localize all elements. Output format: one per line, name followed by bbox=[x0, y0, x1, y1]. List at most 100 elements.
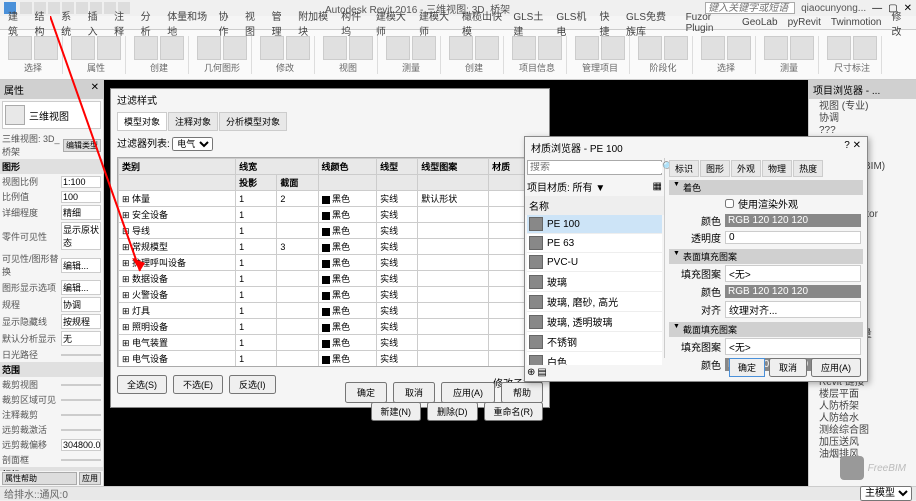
table-row[interactable]: ⊞ 导线1 黑色实线 bbox=[119, 223, 542, 239]
ribbon-tab[interactable]: 构件坞 bbox=[337, 8, 370, 38]
ribbon-button[interactable] bbox=[853, 36, 877, 60]
ribbon-tab[interactable]: 体量和场地 bbox=[163, 8, 212, 38]
edit-type-button[interactable]: 编辑类型 bbox=[63, 139, 101, 152]
color-value[interactable]: RGB 120 120 120 bbox=[725, 285, 861, 298]
ribbon-button[interactable] bbox=[538, 36, 562, 60]
ribbon-button[interactable] bbox=[223, 36, 247, 60]
filter-select[interactable]: 电气 bbox=[172, 137, 213, 151]
material-section[interactable]: 着色 bbox=[669, 180, 863, 195]
property-value[interactable]: 显示原状态 bbox=[61, 222, 101, 250]
workset-combo[interactable]: 主模型 bbox=[860, 486, 912, 501]
user-menu[interactable]: qiaocunyong... bbox=[801, 3, 866, 14]
ribbon-button[interactable] bbox=[8, 36, 32, 60]
ok-button[interactable]: 确定 bbox=[729, 358, 765, 377]
slider-value[interactable]: 0 bbox=[725, 231, 861, 244]
ribbon-tab[interactable]: 建模大师 bbox=[415, 8, 456, 38]
checkbox[interactable] bbox=[725, 199, 734, 208]
ribbon-button[interactable] bbox=[701, 36, 725, 60]
help-icon[interactable]: ? bbox=[844, 140, 850, 151]
view-mode-icon[interactable]: ▦ bbox=[653, 181, 662, 192]
ribbon-button[interactable] bbox=[727, 36, 751, 60]
dropdown-value[interactable]: 纹理对齐... bbox=[725, 301, 861, 318]
ribbon-button[interactable] bbox=[97, 36, 121, 60]
close-icon[interactable]: ✕ bbox=[853, 140, 861, 151]
ribbon-tab[interactable]: 快捷 bbox=[595, 8, 620, 38]
material-item[interactable]: PVC-U bbox=[527, 253, 662, 272]
property-value[interactable]: 编辑... bbox=[61, 280, 101, 295]
category-table[interactable]: 类别线宽线颜色线型线型图案材质投影截面⊞ 体量12 黑色实线默认形状⊞ 安全设备… bbox=[118, 158, 542, 367]
ribbon-button[interactable] bbox=[134, 36, 158, 60]
ribbon-button[interactable] bbox=[160, 36, 184, 60]
apply-button[interactable]: 应用(A) bbox=[811, 358, 861, 377]
table-row[interactable]: ⊞ 电缆桥架3 黑色实线 bbox=[119, 367, 542, 368]
property-value[interactable] bbox=[61, 459, 101, 461]
library-icon[interactable]: ▤ bbox=[537, 367, 546, 378]
material-search[interactable] bbox=[530, 162, 662, 173]
ribbon-button[interactable] bbox=[449, 36, 473, 60]
type-selector[interactable]: 三维视图: 3D_桥架 bbox=[2, 132, 61, 158]
ribbon-button[interactable] bbox=[827, 36, 851, 60]
ribbon-tab[interactable]: Twinmotion bbox=[827, 17, 886, 28]
dropdown-value[interactable]: <无> bbox=[725, 265, 861, 282]
rename-button[interactable]: 重命名(R) bbox=[484, 402, 544, 421]
ribbon-tab[interactable]: 结构 bbox=[31, 8, 56, 38]
tree-item[interactable]: 测绘综合图 bbox=[811, 425, 914, 437]
material-tab[interactable]: 热度 bbox=[793, 160, 823, 177]
color-value[interactable]: RGB 120 120 120 bbox=[725, 214, 861, 227]
ribbon-tab[interactable]: 视图 bbox=[241, 8, 266, 38]
ribbon-tab[interactable]: 系统 bbox=[57, 8, 82, 38]
ribbon-tab[interactable]: 橄榄山快模 bbox=[458, 8, 507, 38]
property-value[interactable]: 按规程 bbox=[61, 314, 101, 329]
ribbon-tab[interactable]: GeoLab bbox=[738, 17, 782, 28]
cancel-button[interactable]: 取消 bbox=[769, 358, 807, 377]
select-none-button[interactable]: 不选(E) bbox=[173, 375, 223, 394]
tree-item[interactable]: 人防给水 bbox=[811, 413, 914, 425]
ribbon-button[interactable] bbox=[764, 36, 788, 60]
material-tab[interactable]: 标识 bbox=[669, 160, 699, 177]
material-tab[interactable]: 外观 bbox=[731, 160, 761, 177]
table-row[interactable]: ⊞ 护理呼叫设备1 黑色实线 bbox=[119, 255, 542, 271]
ribbon-button[interactable] bbox=[386, 36, 410, 60]
ribbon-button[interactable] bbox=[286, 36, 310, 60]
ribbon-tab[interactable]: GLS免费族库 bbox=[622, 8, 680, 38]
ribbon-button[interactable] bbox=[638, 36, 662, 60]
table-row[interactable]: ⊞ 照明设备1 黑色实线 bbox=[119, 319, 542, 335]
ribbon-button[interactable] bbox=[34, 36, 58, 60]
table-row[interactable]: ⊞ 电气设备1 黑色实线 bbox=[119, 351, 542, 367]
property-value[interactable]: 1:100 bbox=[61, 176, 101, 188]
property-value[interactable]: 精细 bbox=[61, 205, 101, 220]
filter-dropdown[interactable]: 项目材质: 所有 ▼ bbox=[527, 179, 605, 194]
apply-button[interactable]: 应用(A) bbox=[441, 382, 495, 403]
property-value[interactable] bbox=[61, 429, 101, 431]
ribbon-tab[interactable]: 建筑 bbox=[4, 8, 29, 38]
ribbon-tab[interactable]: 注释 bbox=[110, 8, 135, 38]
ribbon-button[interactable] bbox=[664, 36, 688, 60]
material-item[interactable]: PE 100 bbox=[527, 215, 662, 234]
ribbon-tab[interactable]: 插入 bbox=[84, 8, 109, 38]
minimize-icon[interactable]: — bbox=[872, 3, 882, 14]
dropdown-value[interactable]: <无> bbox=[725, 338, 861, 355]
properties-help-button[interactable]: 属性帮助 bbox=[2, 472, 77, 485]
property-value[interactable]: 无 bbox=[61, 331, 101, 346]
table-row[interactable]: ⊞ 常规模型13 黑色实线 bbox=[119, 239, 542, 255]
table-row[interactable]: ⊞ 体量12 黑色实线默认形状 bbox=[119, 191, 542, 207]
ribbon-button[interactable] bbox=[412, 36, 436, 60]
property-value[interactable] bbox=[61, 384, 101, 386]
ribbon-button[interactable] bbox=[575, 36, 599, 60]
ribbon-button[interactable] bbox=[349, 36, 373, 60]
close-icon[interactable]: ✕ bbox=[91, 82, 99, 97]
ribbon-tab[interactable]: 修改 bbox=[888, 8, 913, 38]
material-tab[interactable]: 物理 bbox=[762, 160, 792, 177]
delete-button[interactable]: 删除(D) bbox=[427, 402, 478, 421]
ribbon-button[interactable] bbox=[71, 36, 95, 60]
ribbon-tab[interactable]: pyRevit bbox=[784, 17, 825, 28]
ribbon-tab[interactable]: 分析 bbox=[137, 8, 162, 38]
ribbon-tab[interactable]: GLS机电 bbox=[552, 8, 593, 38]
ribbon-tab[interactable]: GLS土建 bbox=[509, 8, 550, 38]
tree-item[interactable]: 人防桥架 bbox=[811, 401, 914, 413]
ribbon-tab[interactable]: 附加模块 bbox=[294, 8, 335, 38]
table-row[interactable]: ⊞ 数据设备1 黑色实线 bbox=[119, 271, 542, 287]
material-item[interactable]: 不锈钢 bbox=[527, 332, 662, 352]
tree-item[interactable]: 协调 bbox=[811, 113, 914, 125]
new-button[interactable]: 新建(N) bbox=[371, 402, 422, 421]
